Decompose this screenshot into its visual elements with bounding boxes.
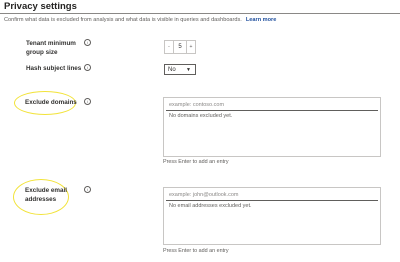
learn-more-link[interactable]: Learn more — [246, 17, 276, 23]
chevron-down-icon: ▼ — [186, 67, 191, 73]
page-description: Confirm what data is excluded from analy… — [4, 17, 276, 23]
group-size-stepper[interactable]: - 5 + — [164, 40, 196, 54]
info-icon[interactable]: i — [84, 64, 91, 71]
hash-subject-dropdown[interactable]: No ▼ — [164, 64, 196, 75]
exclude-emails-hint: Press Enter to add an entry — [163, 248, 229, 254]
tenant-min-group-label-line2: group size — [26, 48, 58, 56]
exclude-emails-box: example: john@outlook.com No email addre… — [163, 187, 381, 245]
exclude-emails-empty-text: No email addresses excluded yet. — [169, 203, 252, 209]
exclude-domains-label: Exclude domains — [25, 99, 77, 106]
exclude-emails-label-line1: Exclude email — [25, 187, 67, 194]
info-icon[interactable]: i — [84, 98, 91, 105]
description-text: Confirm what data is excluded from analy… — [4, 17, 242, 23]
exclude-emails-input[interactable]: example: john@outlook.com — [166, 190, 378, 201]
hash-subject-label: Hash subject lines — [26, 65, 82, 72]
exclude-domains-hint: Press Enter to add an entry — [163, 159, 229, 165]
tenant-min-group-label: Tenant minimum group size — [26, 40, 76, 57]
info-icon[interactable]: i — [84, 39, 91, 46]
tenant-min-group-label-line1: Tenant minimum — [26, 40, 76, 47]
exclude-domains-input[interactable]: example: contoso.com — [166, 100, 378, 111]
title-divider — [0, 13, 400, 14]
exclude-emails-label-line2: addresses — [25, 195, 57, 203]
exclude-domains-empty-text: No domains excluded yet. — [169, 113, 233, 119]
exclude-emails-label: Exclude email addresses — [25, 187, 67, 204]
increment-button[interactable]: + — [187, 44, 195, 50]
page-title: Privacy settings — [4, 1, 77, 12]
hash-subject-selected: No — [168, 67, 176, 73]
group-size-value[interactable]: 5 — [173, 41, 187, 53]
exclude-domains-box: example: contoso.com No domains excluded… — [163, 97, 381, 157]
info-icon[interactable]: i — [84, 186, 91, 193]
decrement-button[interactable]: - — [165, 44, 173, 50]
